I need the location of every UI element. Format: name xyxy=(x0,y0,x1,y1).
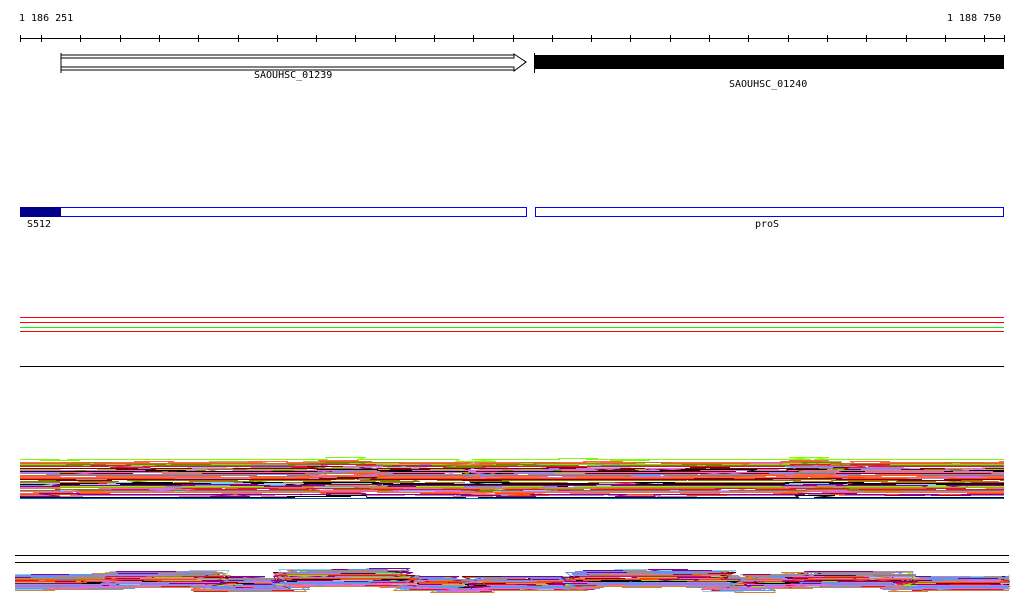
gene-label-SAOUHSC_01239: SAOUHSC_01239 xyxy=(254,70,333,81)
feature-proS[interactable] xyxy=(535,207,1004,217)
signal-track-lines xyxy=(20,317,1004,332)
feature-label-proS: proS xyxy=(755,219,780,230)
coverage-track-1 xyxy=(20,457,1005,499)
coverage-line xyxy=(20,457,1004,462)
feature-S512[interactable] xyxy=(20,207,527,217)
coverage-track-2 xyxy=(15,568,1011,593)
gene-label-SAOUHSC_01240: SAOUHSC_01240 xyxy=(729,79,808,90)
gene-SAOUHSC_01240[interactable] xyxy=(534,53,1005,73)
coordinate-ruler xyxy=(20,35,1005,42)
feature-label-S512: S512 xyxy=(27,219,52,230)
genome-browser-canvas xyxy=(15,35,1011,593)
